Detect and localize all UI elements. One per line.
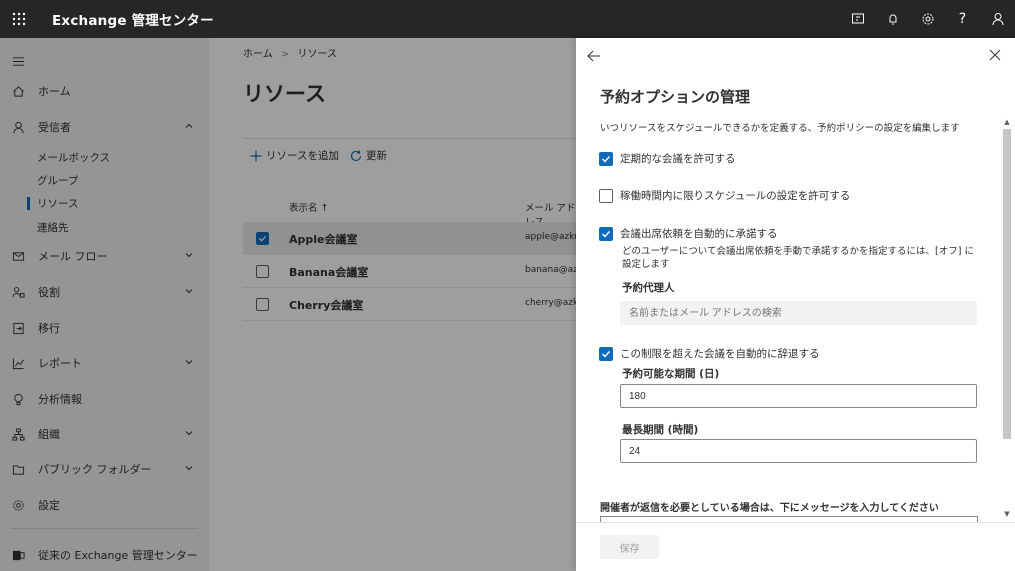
panel-title: 予約オプションの管理 bbox=[600, 88, 751, 106]
allow-recurring-checkbox[interactable]: 定期的な会議を許可する bbox=[599, 152, 736, 166]
back-arrow-icon[interactable] bbox=[586, 48, 602, 64]
app-launcher-icon[interactable] bbox=[0, 0, 38, 38]
person-icon[interactable] bbox=[980, 0, 1015, 38]
top-bar: Exchange 管理センター ? bbox=[0, 0, 1015, 38]
scroll-up-arrow[interactable]: ▲ bbox=[1003, 118, 1011, 126]
booking-options-panel: 予約オプションの管理 いつリソースをスケジュールできるかを定義する、予約ポリシー… bbox=[576, 38, 1015, 571]
auto-accept-help-text: どのユーザーについて会議出席依頼を手動で承諾するかを指定するには、[オフ] に設… bbox=[622, 246, 974, 270]
gear-icon[interactable] bbox=[910, 0, 945, 38]
working-hours-only-checkbox[interactable]: 稼働時間内に限りスケジュールの設定を許可する bbox=[599, 189, 850, 203]
booking-window-label: 予約可能な期間 (日) bbox=[622, 368, 720, 380]
checkbox-label: 稼働時間内に限りスケジュールの設定を許可する bbox=[620, 190, 851, 202]
checkbox-box[interactable] bbox=[599, 347, 613, 361]
panel-description: いつリソースをスケジュールできるかを定義する、予約ポリシーの設定を編集します bbox=[600, 123, 960, 134]
footer-divider bbox=[576, 522, 1015, 523]
checkbox-box[interactable] bbox=[599, 152, 613, 166]
bell-icon[interactable] bbox=[875, 0, 910, 38]
max-duration-label: 最長期間 (時間) bbox=[622, 424, 699, 436]
checkbox-box[interactable] bbox=[599, 189, 613, 203]
scroll-down-arrow[interactable]: ▼ bbox=[1003, 510, 1011, 518]
organizer-message-label: 開催者が返信を必要としている場合は、下にメッセージを入力してください bbox=[600, 503, 939, 514]
app-title[interactable]: Exchange 管理センター bbox=[52, 9, 214, 29]
scrollbar-thumb[interactable] bbox=[1003, 129, 1011, 439]
booking-window-input[interactable] bbox=[620, 384, 977, 408]
help-icon[interactable]: ? bbox=[945, 0, 980, 38]
checkbox-label: 定期的な会議を許可する bbox=[620, 153, 736, 165]
checkbox-box[interactable] bbox=[599, 227, 613, 241]
max-duration-input[interactable] bbox=[620, 439, 977, 463]
auto-decline-checkbox[interactable]: この制限を超えた会議を自動的に辞退する bbox=[599, 347, 820, 361]
checkbox-label: 会議出席依頼を自動的に承諾する bbox=[620, 228, 778, 240]
screen-share-icon[interactable] bbox=[840, 0, 875, 38]
delegate-label: 予約代理人 bbox=[622, 282, 675, 294]
delegate-search-input[interactable] bbox=[620, 301, 977, 325]
checkbox-label: この制限を超えた会議を自動的に辞退する bbox=[620, 348, 820, 360]
save-button[interactable]: 保存 bbox=[600, 535, 659, 559]
close-icon[interactable] bbox=[989, 49, 1001, 61]
modal-overlay[interactable] bbox=[0, 38, 576, 571]
auto-accept-checkbox[interactable]: 会議出席依頼を自動的に承諾する bbox=[599, 227, 778, 241]
